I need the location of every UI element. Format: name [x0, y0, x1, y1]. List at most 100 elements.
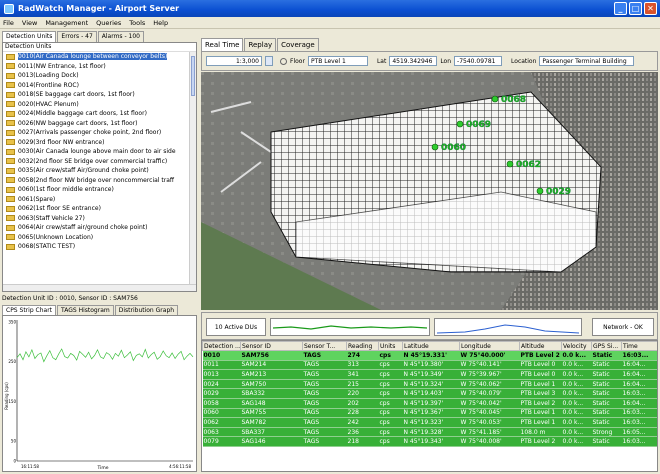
column-header[interactable]: Longitude: [459, 341, 520, 351]
tab-replay[interactable]: Replay: [244, 38, 277, 51]
location-select[interactable]: Passenger Terminal Building: [539, 56, 635, 66]
lat-field[interactable]: 4519.342946: [389, 56, 438, 66]
unit-item[interactable]: 0065(Unknown Location): [3, 233, 196, 243]
view-tabs: Real Time Replay Coverage: [201, 38, 320, 51]
x-tick-label: 16:11:58: [21, 464, 39, 469]
table-cell: SAG146: [240, 436, 303, 447]
menu-management[interactable]: Management: [45, 19, 88, 27]
menu-bar: File View Management Queries Tools Help: [0, 17, 660, 29]
table-cell: Static: [591, 360, 622, 371]
unit-item[interactable]: 0027(Arrivals passenger choke point, 2nd…: [3, 128, 196, 138]
table-cell: PTB Level 1: [519, 408, 562, 419]
menu-view[interactable]: View: [22, 19, 37, 27]
unit-item-label: 0011(NW Entrance, 1st floor): [18, 62, 106, 70]
column-header[interactable]: Velocity: [561, 341, 592, 351]
menu-help[interactable]: Help: [153, 19, 168, 27]
maximize-button[interactable]: □: [629, 2, 642, 15]
zoom-icon[interactable]: [280, 57, 287, 65]
unit-item[interactable]: 0068(STATIC TEST): [3, 242, 196, 252]
menu-tools[interactable]: Tools: [129, 19, 145, 27]
scale-dropdown-icon[interactable]: [265, 56, 273, 66]
tab-distribution-graph[interactable]: Distribution Graph: [114, 305, 179, 315]
title-bar: RadWatch Manager - Airport Server _ □ ✕: [0, 0, 660, 17]
unit-item[interactable]: 0013(Loading Dock): [3, 71, 196, 81]
unit-item[interactable]: 0018(SE baggage cart doors, 1st floor): [3, 90, 196, 100]
table-cell: SAM214: [240, 360, 303, 371]
table-cell: cps: [378, 379, 403, 390]
tab-errors[interactable]: Errors - 47: [57, 31, 97, 42]
horizontal-scrollbar[interactable]: [3, 284, 196, 291]
table-cell: SAM213: [240, 369, 303, 380]
unit-item[interactable]: 0014(Frontline ROC): [3, 81, 196, 91]
column-header[interactable]: GPS Si...: [591, 341, 622, 351]
marker-label: 0029: [546, 187, 571, 197]
unit-item[interactable]: 0011(NW Entrance, 1st floor): [3, 62, 196, 72]
vertical-scrollbar[interactable]: [189, 52, 196, 284]
unit-item[interactable]: 0024(Middle baggage cart doors, 1st floo…: [3, 109, 196, 119]
lon-field[interactable]: -7540.09781: [454, 56, 503, 66]
unit-item-label: 0024(Middle baggage cart doors, 1st floo…: [18, 110, 147, 118]
tab-cps-strip-chart[interactable]: CPS Strip Chart: [2, 305, 57, 315]
scale-field[interactable]: 1:3,000: [206, 56, 262, 66]
menu-queries[interactable]: Queries: [96, 19, 121, 27]
table-cell: 16:04...: [621, 379, 657, 390]
floor-select[interactable]: PTB Level 1: [307, 56, 368, 66]
table-row[interactable]: 0062 SAM782 TAGS 242 cps N 45°19.323' W 75°40.…: [202, 417, 657, 428]
unit-item-label: 0026(NW baggage cart doors, 1st floor): [18, 119, 138, 127]
table-row[interactable]: 0079 SAG146 TAGS 218 cps N 45°19.343' W 75°40.…: [202, 436, 657, 447]
airport-map[interactable]: 0068 0069 0060 0062 0029: [201, 72, 658, 310]
table-row[interactable]: 0058 SAG148 TAGS 202 cps N 45°19.397' W 75°40.…: [202, 398, 657, 409]
unit-item[interactable]: 0032(2nd floor SE bridge over commercial…: [3, 157, 196, 167]
table-row[interactable]: 0024 SAM750 TAGS 215 cps N 45°19.324' W 75°40.…: [202, 379, 657, 390]
map-svg: 0068 0069 0060 0062 0029: [201, 72, 658, 310]
unit-item-label: 0020(HVAC Plenum): [18, 100, 79, 108]
tab-alarms[interactable]: Alarms - 100: [97, 31, 144, 42]
table-cell: N 45°19.380': [402, 360, 460, 371]
column-header[interactable]: Time: [621, 341, 657, 351]
table-cell: Static: [591, 369, 622, 380]
unit-item[interactable]: 0035(Air crew/staff Air/Ground choke poi…: [3, 166, 196, 176]
close-button[interactable]: ✕: [644, 2, 657, 15]
table-cell: Static: [591, 408, 622, 419]
folder-icon: [6, 158, 15, 165]
table-row[interactable]: 0010 SAM756 TAGS 274 cps N 45°19.331' W 75°40.…: [202, 350, 657, 361]
tab-real-time[interactable]: Real Time: [201, 38, 244, 51]
tab-tags-histogram[interactable]: TAGS Histogram: [57, 305, 114, 315]
table-cell: TAGS: [302, 360, 347, 371]
column-header[interactable]: Altitude: [519, 341, 562, 351]
table-cell: PTB Level 0: [519, 360, 562, 371]
table-row[interactable]: 0011 SAM214 TAGS 313 cps N 45°19.380' W 75°40.…: [202, 360, 657, 371]
unit-item-label: 0014(Frontline ROC): [18, 81, 79, 89]
column-header[interactable]: Detection ...: [202, 341, 241, 351]
unit-item[interactable]: 0058(2nd floor NW bridge over noncommerc…: [3, 176, 196, 186]
table-row[interactable]: 0029 SBA332 TAGS 220 cps N 45°19.403' W 75°40.…: [202, 388, 657, 399]
unit-item[interactable]: 0010(Air Canada lounge between conveyor …: [3, 52, 196, 62]
unit-item[interactable]: 0029(3rd floor NW entrance): [3, 138, 196, 148]
unit-item[interactable]: 0030(Air Canada lounge above main door t…: [3, 147, 196, 157]
tab-coverage[interactable]: Coverage: [277, 38, 319, 51]
column-header[interactable]: Sensor T...: [302, 341, 347, 351]
y-tick-label: 150: [8, 399, 16, 404]
folder-icon: [6, 215, 15, 222]
unit-item[interactable]: 0020(HVAC Plenum): [3, 100, 196, 110]
minimize-button[interactable]: _: [614, 2, 627, 15]
unit-item-label: 0032(2nd floor SE bridge over commercial…: [18, 157, 168, 165]
menu-file[interactable]: File: [3, 19, 14, 27]
column-header[interactable]: Sensor ID: [240, 341, 303, 351]
table-row[interactable]: 0063 SBA337 TAGS 236 cps N 45°19.328' W 75°41.…: [202, 427, 657, 438]
unit-item[interactable]: 0063(Staff Vehicle 27): [3, 214, 196, 224]
tab-detection-units[interactable]: Detection Units: [2, 31, 57, 42]
unit-item[interactable]: 0064(Air crew/staff air/ground choke poi…: [3, 223, 196, 233]
table-cell: 0013: [202, 369, 241, 380]
column-header[interactable]: Units: [378, 341, 403, 351]
table-cell: cps: [378, 427, 403, 438]
unit-item[interactable]: 0061(Spare): [3, 195, 196, 205]
column-header[interactable]: Reading: [346, 341, 379, 351]
unit-item[interactable]: 0026(NW baggage cart doors, 1st floor): [3, 119, 196, 129]
unit-item[interactable]: 0060(1st floor middle entrance): [3, 185, 196, 195]
unit-item[interactable]: 0062(1st floor SE entrance): [3, 204, 196, 214]
table-row[interactable]: 0013 SAM213 TAGS 341 cps N 45°19.349' W 75°39.…: [202, 369, 657, 380]
table-row[interactable]: 0060 SAM755 TAGS 228 cps N 45°19.367' W 75°40.…: [202, 408, 657, 419]
column-header[interactable]: Latitude: [402, 341, 460, 351]
table-cell: W 75°40.000': [459, 350, 520, 361]
